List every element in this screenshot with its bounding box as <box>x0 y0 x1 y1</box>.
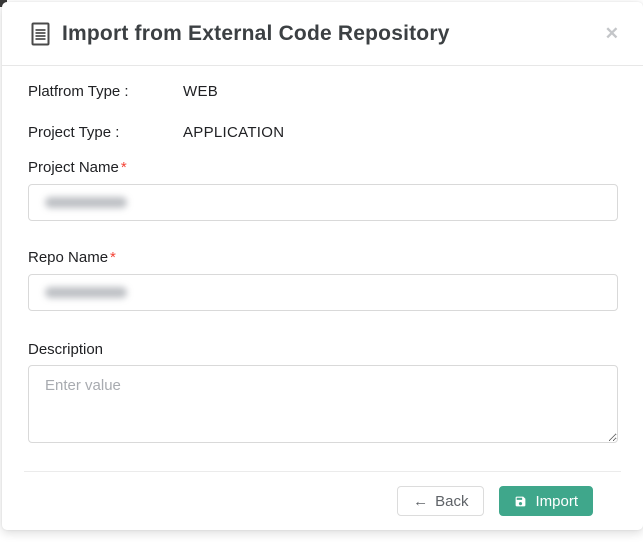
document-lines-icon <box>31 22 50 46</box>
project-type-value: APPLICATION <box>183 124 284 141</box>
required-asterisk: * <box>121 159 127 176</box>
modal-header: Import from External Code Repository ✕ <box>2 2 643 66</box>
required-asterisk: * <box>110 249 116 266</box>
project-name-input-wrap <box>28 184 618 221</box>
repo-name-label-text: Repo Name <box>28 249 108 266</box>
import-button-label: Import <box>535 493 578 510</box>
back-arrow-icon: ← <box>413 493 428 510</box>
platform-type-label: Platfrom Type : <box>28 83 183 100</box>
project-type-row: Project Type : APPLICATION <box>28 124 618 141</box>
back-button[interactable]: ← Back <box>397 486 484 516</box>
repo-name-label: Repo Name* <box>28 249 618 266</box>
import-button[interactable]: Import <box>499 486 593 516</box>
project-name-input[interactable] <box>28 184 618 221</box>
project-name-label-text: Project Name <box>28 159 119 176</box>
platform-type-value: WEB <box>183 83 218 100</box>
project-name-label: Project Name* <box>28 159 618 176</box>
repo-name-input-wrap <box>28 274 618 311</box>
description-textarea[interactable] <box>28 365 618 443</box>
description-label-text: Description <box>28 341 103 358</box>
import-repository-modal: Import from External Code Repository ✕ P… <box>2 2 643 530</box>
modal-footer: ← Back Import <box>28 472 618 516</box>
modal-title: Import from External Code Repository <box>62 22 450 46</box>
project-type-label: Project Type : <box>28 124 183 141</box>
platform-type-row: Platfrom Type : WEB <box>28 83 618 100</box>
description-label: Description <box>28 341 618 358</box>
close-icon[interactable]: ✕ <box>605 25 619 42</box>
save-floppy-icon <box>514 495 527 508</box>
repo-name-input[interactable] <box>28 274 618 311</box>
modal-body: Platfrom Type : WEB Project Type : APPLI… <box>2 66 643 516</box>
back-button-label: Back <box>435 493 468 510</box>
